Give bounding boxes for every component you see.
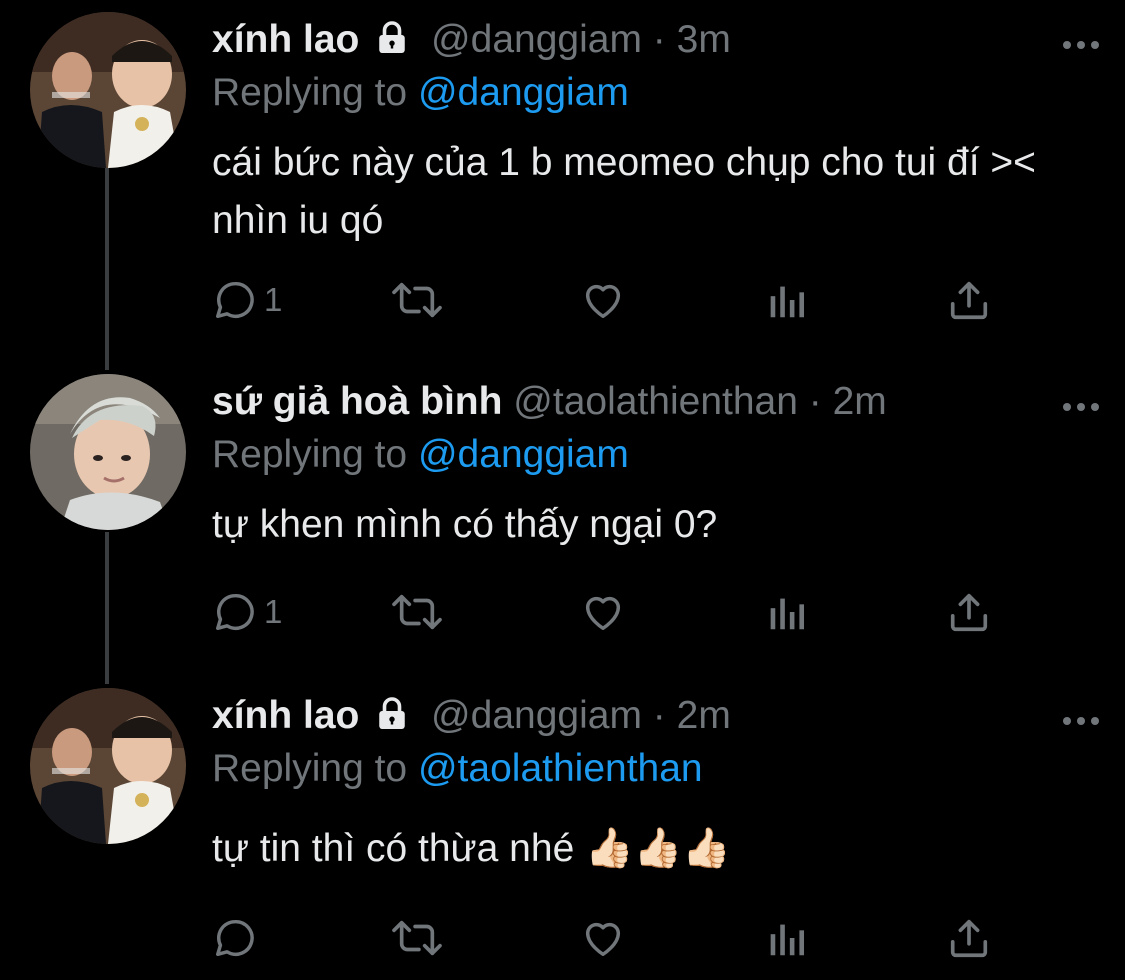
display-name[interactable]: xính lao: [212, 694, 359, 737]
avatar-photo: [30, 12, 186, 168]
tweet-actions: 1: [212, 272, 1002, 328]
share-button[interactable]: [946, 584, 992, 640]
tweet[interactable]: sứ giả hoà bình @taolathienthan · 2m Rep…: [0, 374, 1125, 674]
analytics-button[interactable]: [766, 910, 806, 966]
reply-count: 1: [264, 593, 283, 630]
replying-to: Replying to @danggiam: [212, 68, 1105, 118]
share-button[interactable]: [946, 910, 992, 966]
retweet-button[interactable]: [388, 272, 446, 328]
timestamp[interactable]: 2m: [677, 694, 731, 737]
more-icon[interactable]: [1061, 714, 1101, 732]
reply-icon: [212, 915, 258, 961]
retweet-icon: [388, 277, 446, 323]
like-icon: [580, 915, 626, 961]
analytics-button[interactable]: [766, 584, 806, 640]
replying-to-handle[interactable]: @danggiam: [418, 433, 629, 476]
tweet-text: tự tin thì có thừa nhé 👍🏻👍🏻👍🏻: [212, 827, 731, 870]
separator-dot: ·: [808, 380, 822, 423]
like-icon: [580, 589, 626, 635]
analytics-button[interactable]: [766, 272, 806, 328]
lock-icon: [374, 16, 410, 72]
like-button[interactable]: [580, 584, 626, 640]
reply-button[interactable]: 1: [212, 584, 282, 640]
analytics-icon: [766, 277, 806, 323]
timestamp[interactable]: 2m: [833, 380, 887, 423]
retweet-button[interactable]: [388, 584, 446, 640]
retweet-icon: [388, 589, 446, 635]
handle[interactable]: @danggiam: [431, 18, 642, 61]
like-button[interactable]: [580, 910, 626, 966]
avatar-photo: [30, 688, 186, 844]
replying-to-handle[interactable]: @danggiam: [418, 71, 629, 114]
replying-to: Replying to @danggiam: [212, 430, 1105, 480]
replying-to-label: Replying to: [212, 747, 408, 790]
avatar-photo: [30, 374, 186, 530]
handle[interactable]: @taolathienthan: [513, 380, 798, 423]
like-button[interactable]: [580, 272, 626, 328]
tweet-actions: 1: [212, 584, 1002, 640]
handle[interactable]: @danggiam: [431, 694, 642, 737]
tweet[interactable]: xính lao @danggiam · 3m Replying to @dan…: [0, 12, 1125, 342]
tweet-text: tự khen mình có thấy ngại 0?: [212, 503, 718, 546]
tweet-header: xính lao @danggiam · 3m: [212, 12, 1105, 68]
replying-to: Replying to @taolathienthan: [212, 744, 1105, 794]
display-name[interactable]: xính lao: [212, 18, 359, 61]
share-button[interactable]: [946, 272, 992, 328]
tweet-text: cái bức này của 1 b meomeo chụp cho tui …: [212, 141, 1036, 242]
retweet-button[interactable]: [388, 910, 446, 966]
display-name[interactable]: sứ giả hoà bình: [212, 380, 502, 423]
tweet-actions: [212, 910, 1002, 966]
avatar[interactable]: [30, 374, 186, 530]
separator-dot: ·: [652, 18, 666, 61]
replying-to-label: Replying to: [212, 71, 408, 114]
reply-count: 1: [264, 281, 283, 318]
avatar[interactable]: [30, 12, 186, 168]
reply-icon: [212, 277, 258, 323]
timestamp[interactable]: 3m: [677, 18, 731, 61]
tweet[interactable]: xính lao @danggiam · 2m Replying to @tao…: [0, 688, 1125, 980]
reply-button[interactable]: 1: [212, 272, 282, 328]
share-icon: [946, 915, 992, 961]
replying-to-label: Replying to: [212, 433, 408, 476]
reply-icon: [212, 589, 258, 635]
analytics-icon: [766, 589, 806, 635]
retweet-icon: [388, 915, 446, 961]
like-icon: [580, 277, 626, 323]
lock-icon: [374, 692, 410, 748]
share-icon: [946, 589, 992, 635]
avatar[interactable]: [30, 688, 186, 844]
separator-dot: ·: [652, 694, 666, 737]
tweet-header: sứ giả hoà bình @taolathienthan · 2m: [212, 374, 1105, 430]
reply-button[interactable]: [212, 910, 264, 966]
more-icon[interactable]: [1061, 400, 1101, 418]
replying-to-handle[interactable]: @taolathienthan: [418, 747, 703, 790]
share-icon: [946, 277, 992, 323]
more-icon[interactable]: [1061, 38, 1101, 56]
analytics-icon: [766, 915, 806, 961]
tweet-header: xính lao @danggiam · 2m: [212, 688, 1105, 744]
